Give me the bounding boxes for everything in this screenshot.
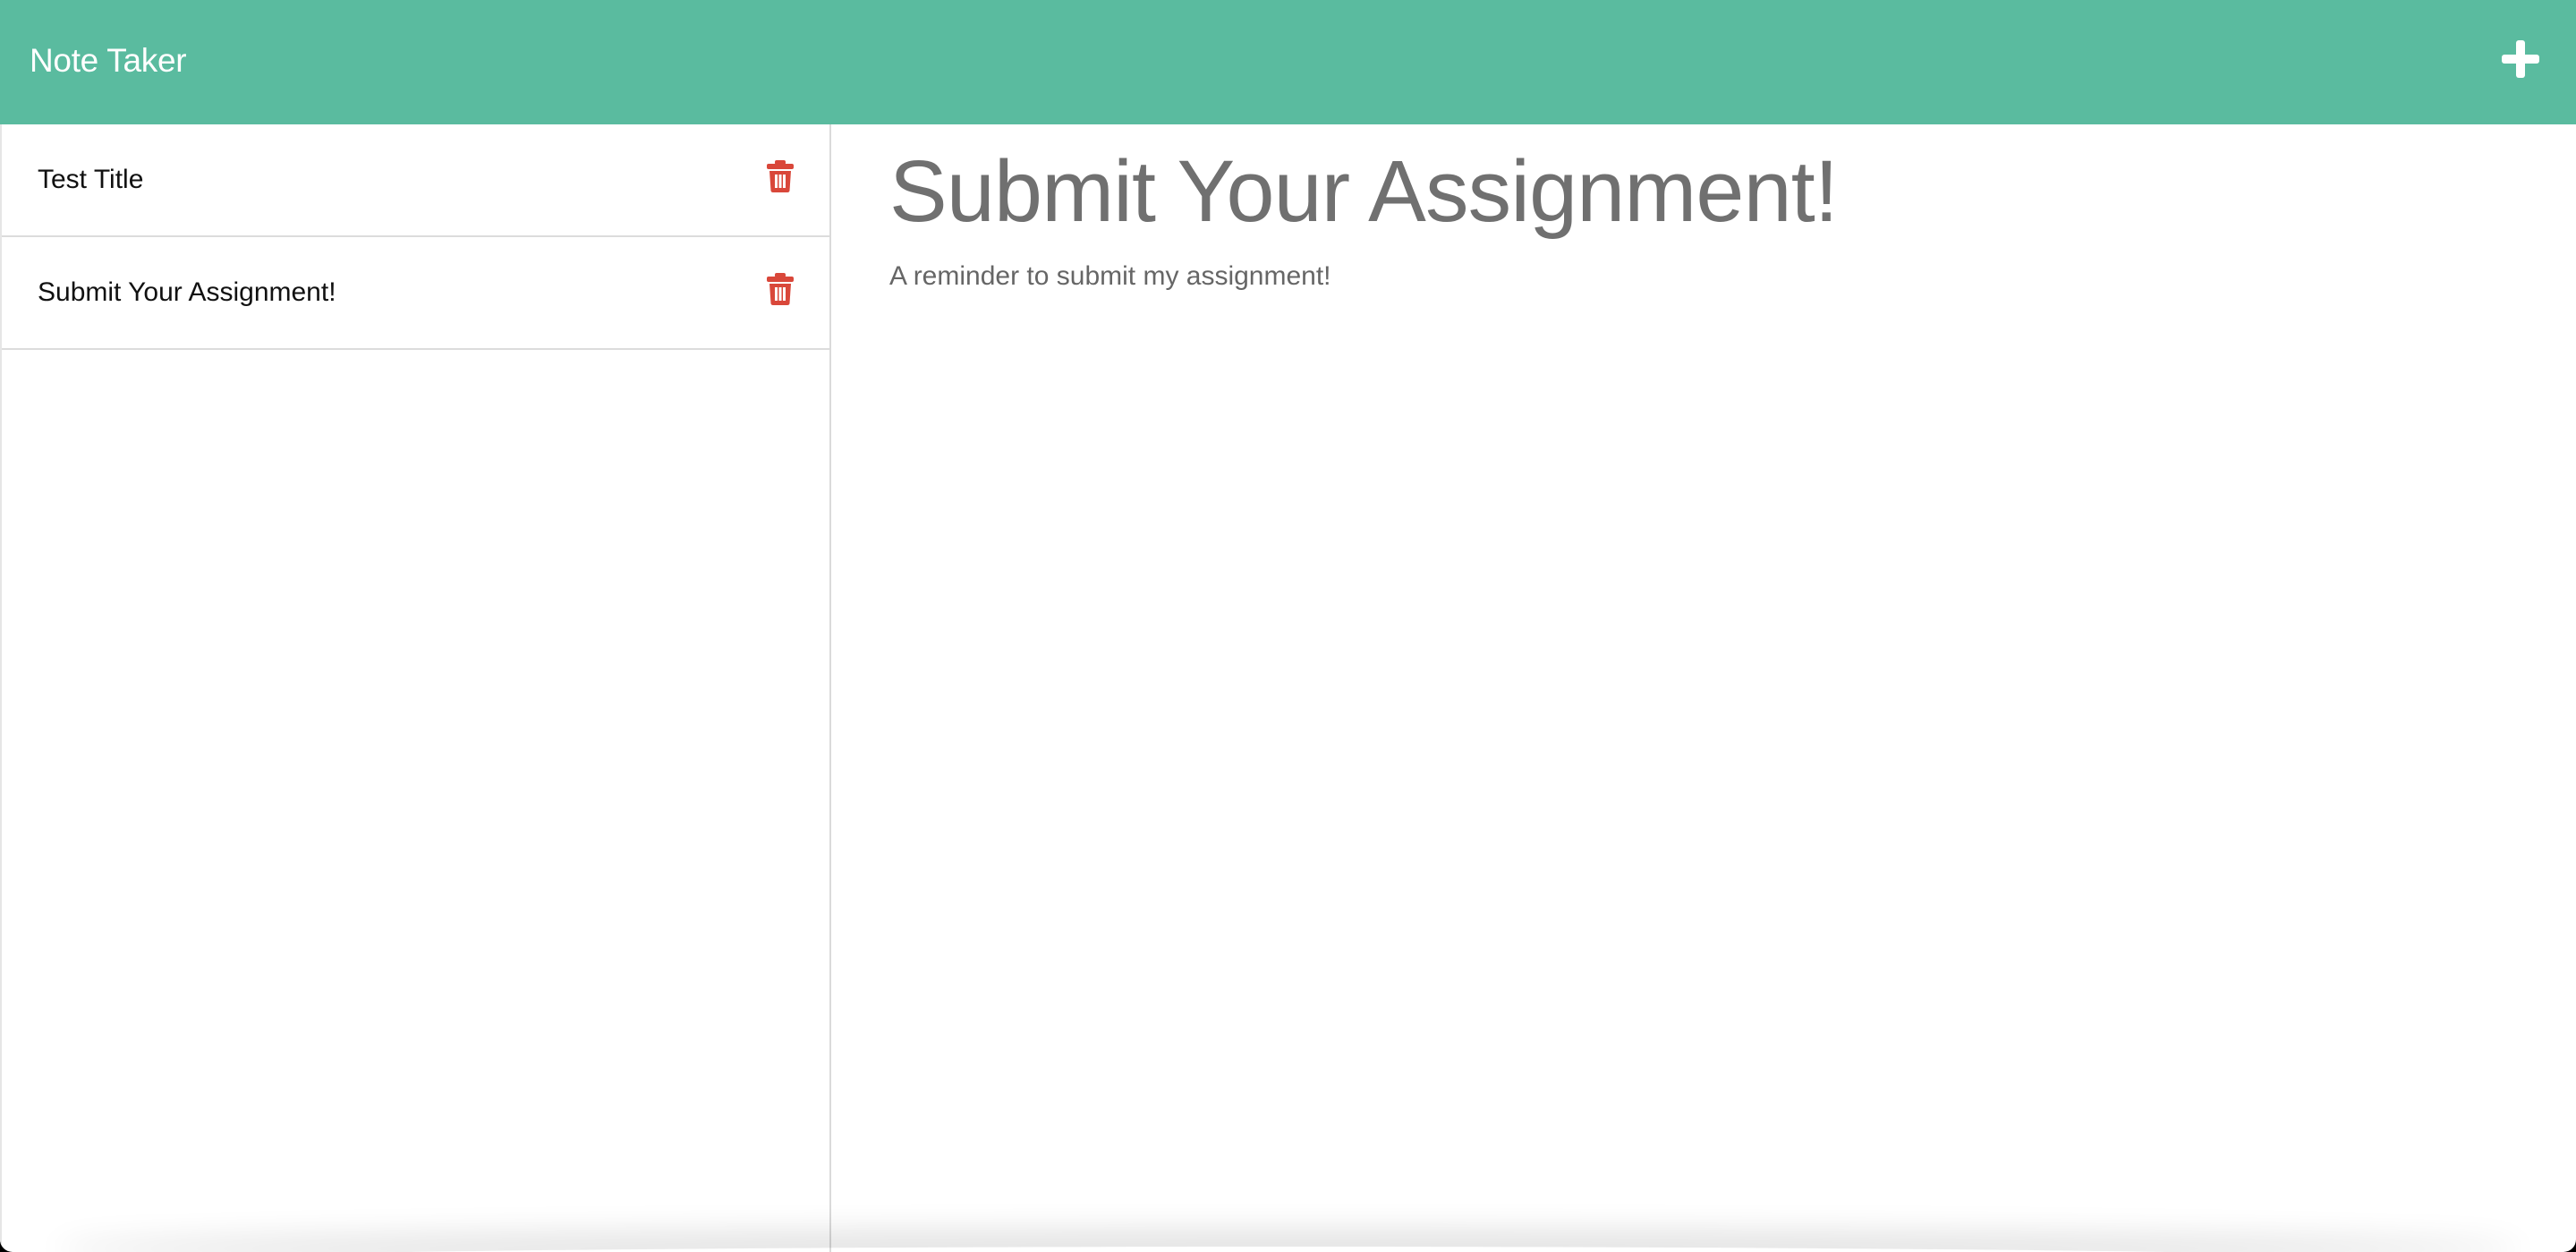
note-taker-app: Note Taker Test Title Submit Your Assign… — [0, 0, 2576, 1252]
brand-title[interactable]: Note Taker — [30, 42, 187, 80]
trash-icon — [767, 160, 794, 192]
trash-icon — [767, 273, 794, 305]
note-list: Test Title Submit Your Assignment! — [2, 124, 829, 350]
note-title: Submit Your Assignment! — [38, 277, 336, 307]
delete-note-button[interactable] — [765, 272, 795, 306]
navbar: Note Taker — [0, 0, 2576, 124]
note-title-display[interactable]: Submit Your Assignment! — [889, 145, 2576, 238]
note-item[interactable]: Test Title — [2, 124, 829, 237]
notes-sidebar: Test Title Submit Your Assignment! — [0, 124, 831, 1252]
delete-note-button[interactable] — [765, 159, 795, 193]
note-title: Test Title — [38, 165, 144, 194]
plus-icon — [2502, 39, 2539, 78]
note-editor: Submit Your Assignment! A reminder to su… — [831, 124, 2576, 1252]
new-note-button[interactable] — [2495, 34, 2546, 84]
note-item[interactable]: Submit Your Assignment! — [2, 237, 829, 350]
note-text-display[interactable]: A reminder to submit my assignment! — [889, 261, 2576, 292]
